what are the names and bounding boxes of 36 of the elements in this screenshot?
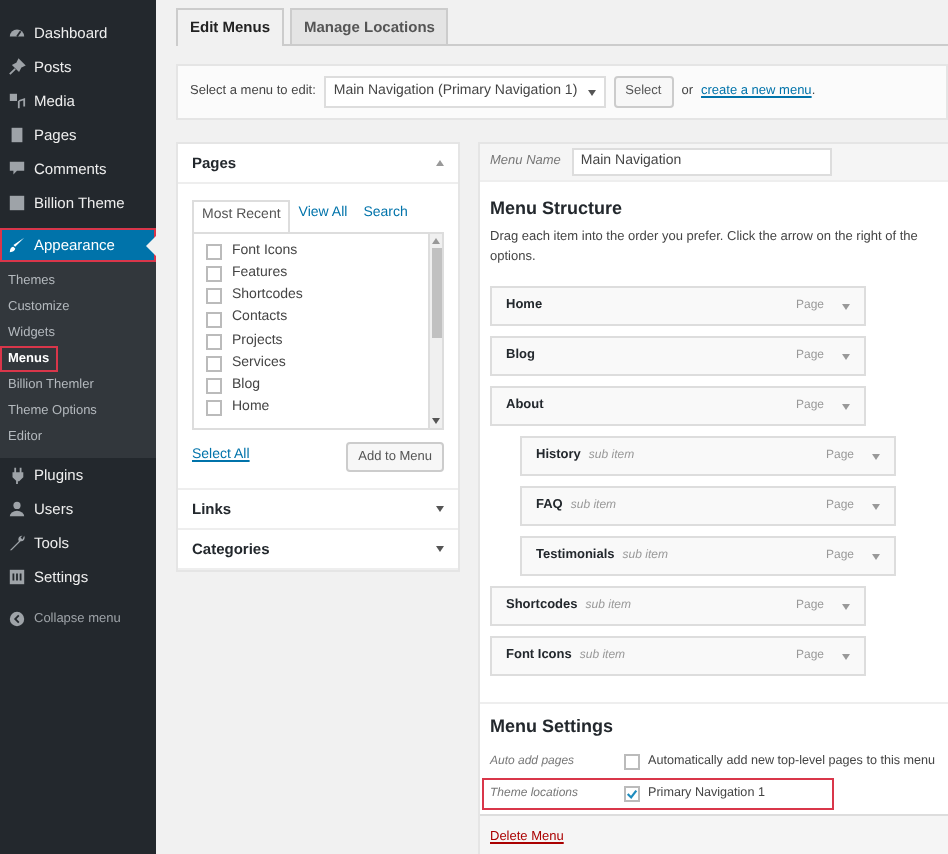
caret-icon[interactable] — [842, 603, 850, 610]
checkbox[interactable] — [624, 754, 640, 771]
square-icon — [8, 194, 26, 212]
caret-icon[interactable] — [872, 453, 880, 460]
caret-icon — [587, 89, 596, 95]
settings-icon — [8, 568, 26, 586]
brush-icon — [8, 236, 26, 254]
caret-icon[interactable] — [842, 403, 850, 410]
caret-icon — [436, 160, 444, 166]
section-heading: Menu Structure — [490, 198, 625, 220]
checkbox[interactable] — [206, 356, 222, 373]
speech-bubble-icon — [8, 160, 26, 178]
media-icon — [8, 92, 26, 110]
page-icon — [8, 126, 26, 144]
checkbox[interactable] — [206, 288, 222, 305]
section-heading: Menu Settings — [490, 716, 616, 739]
checkbox[interactable] — [206, 244, 222, 261]
checkbox[interactable] — [206, 400, 222, 417]
circle-arrow-icon — [8, 610, 26, 628]
checkbox[interactable] — [206, 266, 222, 283]
scrollbar[interactable] — [428, 233, 442, 427]
plug-icon — [8, 466, 26, 484]
caret-icon[interactable] — [842, 353, 850, 360]
checkbox[interactable] — [624, 786, 640, 803]
caret-icon[interactable] — [842, 303, 850, 310]
checkbox[interactable] — [206, 311, 222, 328]
wrench-icon — [8, 534, 26, 552]
person-icon — [8, 500, 26, 518]
checkbox[interactable] — [206, 333, 222, 350]
check-icon — [626, 788, 638, 801]
caret-icon[interactable] — [872, 553, 880, 560]
pin-icon — [8, 58, 26, 76]
caret-icon[interactable] — [872, 503, 880, 510]
gauge-icon — [8, 24, 26, 42]
caret-icon[interactable] — [842, 653, 850, 660]
checkbox[interactable] — [206, 378, 222, 395]
